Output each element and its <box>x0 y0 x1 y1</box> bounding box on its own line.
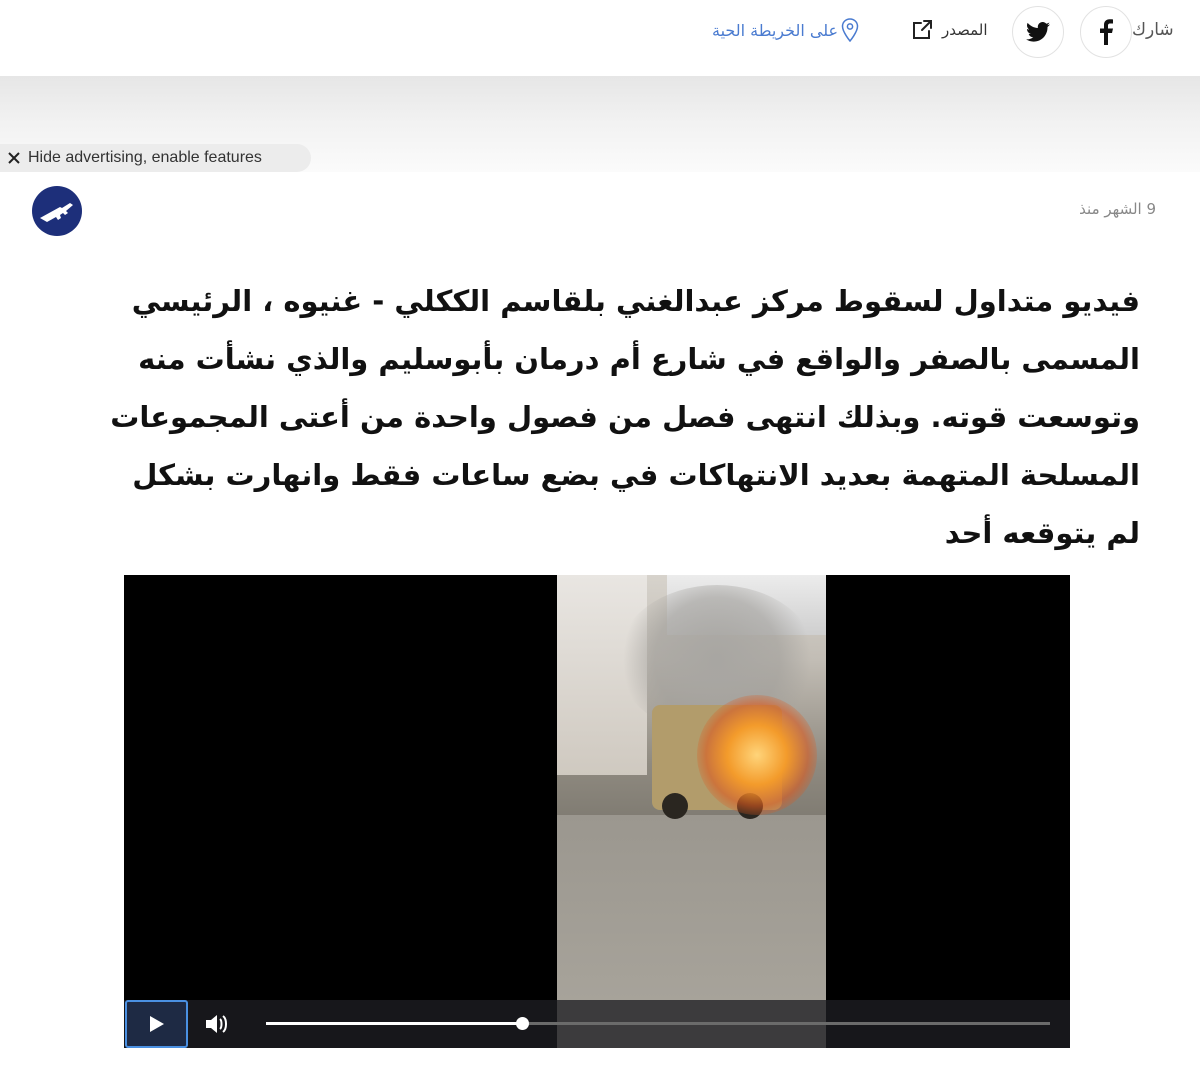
facebook-icon <box>1100 19 1113 45</box>
play-button[interactable] <box>125 1000 188 1048</box>
share-label: شارك <box>1132 20 1174 40</box>
close-icon <box>8 152 20 164</box>
volume-icon <box>206 1015 227 1033</box>
video-progress-bar[interactable] <box>266 1017 1050 1030</box>
share-bar: شارك المصدر على الخريطة الحية <box>10 0 1200 76</box>
volume-button[interactable] <box>204 1012 234 1036</box>
hide-advertising-label: Hide advertising, enable features <box>28 149 262 166</box>
twitter-share-button[interactable] <box>1012 6 1064 58</box>
video-scene-fire <box>697 695 817 815</box>
play-icon <box>149 1016 164 1032</box>
avatar[interactable] <box>32 186 82 236</box>
source-label: المصدر <box>942 21 988 39</box>
external-link-icon <box>913 20 932 39</box>
video-scene-wheel <box>662 793 688 819</box>
source-link[interactable]: المصدر <box>910 18 988 42</box>
live-map-link[interactable]: على الخريطة الحية <box>712 18 859 42</box>
facebook-share-button[interactable] <box>1080 6 1132 58</box>
post-time: 9 الشهر منذ <box>1079 200 1156 218</box>
video-progress-handle[interactable] <box>515 1017 529 1030</box>
twitter-icon <box>1026 22 1050 42</box>
hide-advertising-button[interactable]: Hide advertising, enable features <box>0 144 311 172</box>
video-progress-fill <box>266 1022 522 1025</box>
rifle-icon <box>40 203 73 222</box>
post-headline: فيديو متداول لسقوط مركز عبدالغني بلقاسم … <box>110 284 1140 550</box>
video-player[interactable] <box>124 575 1070 1048</box>
video-controls <box>124 1000 1070 1048</box>
map-pin-icon <box>841 18 859 42</box>
live-map-label: على الخريطة الحية <box>712 20 839 40</box>
video-frame <box>557 575 826 1048</box>
